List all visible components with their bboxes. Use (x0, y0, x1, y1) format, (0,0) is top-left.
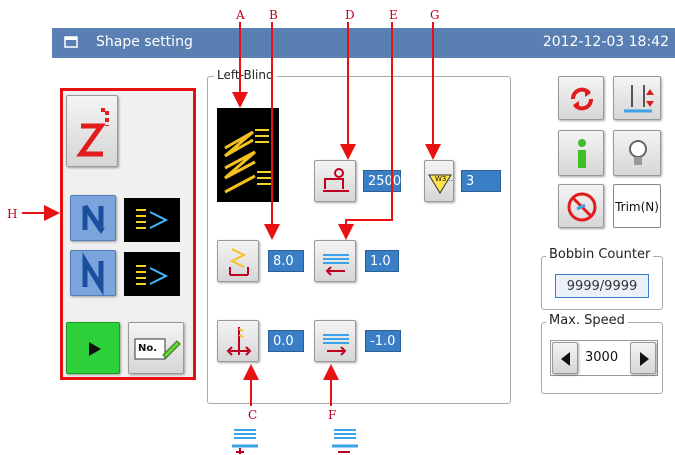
program-number-label: No. (138, 343, 158, 354)
annotation-b: B (269, 8, 278, 22)
light-bulb-button[interactable] (613, 130, 661, 176)
max-speed-value: 3000 (585, 350, 619, 365)
stitch-width-button[interactable] (217, 240, 259, 282)
light-bulb-icon (629, 140, 647, 165)
arrow-left-icon (561, 352, 570, 366)
feed-option-value[interactable]: 3 (461, 170, 501, 192)
zigzag-shape-icon (76, 108, 109, 157)
shape-preview (217, 108, 279, 202)
speed-decrease-button[interactable] (552, 342, 578, 374)
refresh-icon (571, 87, 593, 111)
stitch-n-icon (82, 252, 104, 296)
feed-left-button[interactable] (314, 240, 356, 282)
annotation-d: D (345, 8, 355, 22)
needle-up-down-icon (624, 85, 654, 113)
annotation-e: E (389, 8, 398, 22)
info-icon (578, 139, 586, 168)
feed-left-icon (323, 254, 349, 276)
no-trim-icon (567, 192, 597, 222)
stitch-width-icon (229, 248, 249, 276)
stitch-n-icon (82, 204, 105, 234)
presser-foot-plus-icon (232, 429, 258, 454)
thread-trim-off-button[interactable] (558, 184, 604, 228)
feed-option-button[interactable]: W3... (424, 160, 454, 202)
needle-position-icon (226, 327, 252, 356)
info-button[interactable] (558, 130, 604, 176)
needle-position-value[interactable]: 0.0 (268, 330, 304, 352)
annotation-h: H (7, 207, 18, 221)
bobbin-counter-value[interactable]: 9999/9999 (555, 274, 649, 298)
needle-up-down-button[interactable] (613, 76, 661, 120)
feed-right-button[interactable] (314, 320, 356, 362)
arrow-right-icon (640, 352, 649, 366)
annotation-a: A (236, 8, 245, 22)
play-button[interactable] (66, 322, 120, 374)
pattern-2-preview (124, 252, 180, 296)
presser-foot-minus-icon (332, 429, 358, 453)
feed-right-icon (323, 334, 349, 356)
pattern-2-button[interactable] (70, 250, 116, 296)
annotation-g: G (430, 8, 440, 22)
feed-left-value[interactable]: 1.0 (365, 250, 399, 272)
program-number-button[interactable]: No. (128, 322, 184, 374)
trim-button[interactable]: Trim(N) (613, 184, 661, 228)
feed-option-badge: W3... (435, 175, 454, 183)
speed-increase-button[interactable] (630, 342, 656, 374)
stitch-width-value[interactable]: 8.0 (268, 250, 304, 272)
shape-group-title: Left-Blind (214, 68, 277, 82)
pattern-1-button[interactable] (70, 195, 116, 241)
sewing-speed-value[interactable]: 2500 (363, 170, 401, 192)
feed-right-value[interactable]: -1.0 (365, 330, 401, 352)
sewing-speed-button[interactable] (314, 160, 356, 202)
needle-position-button[interactable] (217, 320, 259, 362)
pattern-1-preview (124, 198, 180, 242)
window-title: Shape setting (96, 34, 193, 50)
refresh-button[interactable] (558, 76, 604, 120)
window-icon (64, 36, 78, 48)
datetime: 2012-12-03 18:42 (542, 34, 669, 50)
bobbin-counter-label: Bobbin Counter (546, 247, 654, 262)
play-icon (89, 342, 101, 356)
sewing-machine-speed-icon (323, 168, 349, 192)
max-speed-label: Max. Speed (546, 313, 628, 328)
title-bar: Shape setting 2012-12-03 18:42 (52, 28, 675, 58)
pattern-shape-button[interactable] (66, 95, 118, 167)
